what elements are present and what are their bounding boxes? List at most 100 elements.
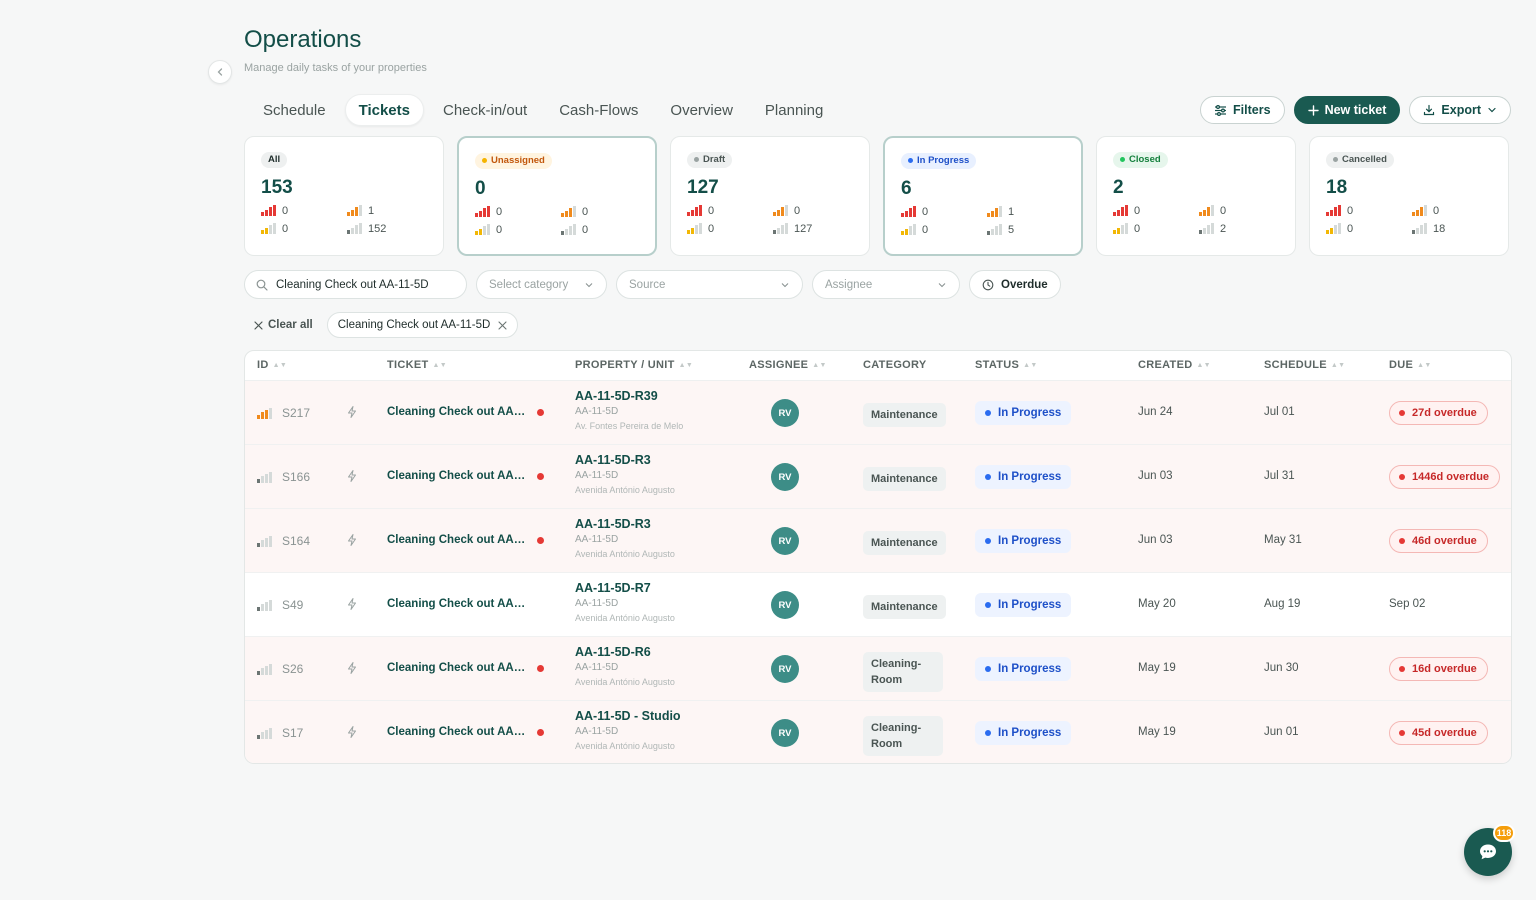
ticket-id-cell: S164 [257,534,310,548]
ticket-title-link[interactable]: Cleaning Check out AA-11-5D [387,406,527,418]
export-button-label: Export [1441,103,1481,117]
unit-name[interactable]: AA-11-5D - Studio [575,709,705,723]
table-row[interactable]: S49 Cleaning Check out AA-11-5D AA-11-5D-R… [245,573,1511,637]
chat-bubble-icon [1480,844,1496,860]
tab-schedule[interactable]: Schedule [250,94,339,126]
tab-cash-flows[interactable]: Cash-Flows [546,94,651,126]
priority-stat-urgent: 0 [1113,205,1199,217]
status-card-in-progress[interactable]: In Progress 6 0 1 0 5 [883,136,1083,256]
assignee-avatar[interactable]: RV [771,719,799,747]
column-header-schedule[interactable]: SCHEDULE ▲▼ [1264,359,1345,371]
priority-high-icon [1412,205,1427,216]
assignee-avatar[interactable]: RV [771,655,799,683]
category-select[interactable]: Select category [476,270,607,299]
column-header-assignee[interactable]: ASSIGNEE ▲▼ [749,359,827,371]
sidebar-collapse-button[interactable] [208,60,232,84]
column-header-status[interactable]: STATUS ▲▼ [975,359,1038,371]
export-button[interactable]: Export [1409,96,1511,124]
column-header-due[interactable]: DUE ▲▼ [1389,359,1432,371]
overdue-dot-icon [1399,474,1405,480]
table-row[interactable]: S217 Cleaning Check out AA-11-5D AA-11-5D-… [245,381,1511,445]
overdue-label: 16d overdue [1412,663,1477,675]
priority-urgent-icon [1113,205,1128,216]
sliders-icon [1215,104,1227,116]
priority-stat-value: 0 [582,223,589,236]
active-filters: Clear all Cleaning Check out AA-11-5D [254,312,519,338]
ticket-id: S26 [282,662,304,676]
priority-icon [257,663,272,675]
status-card-unassigned[interactable]: Unassigned 0 0 0 0 0 [457,136,657,256]
priority-stat-value: 0 [1347,204,1354,217]
column-header-ticket[interactable]: TICKET ▲▼ [387,359,447,371]
tab-overview[interactable]: Overview [657,94,746,126]
tab-check-in-out[interactable]: Check-in/out [430,94,540,126]
status-card-all[interactable]: All 153 0 1 0 152 [244,136,444,256]
source-select[interactable]: Source [616,270,803,299]
status-dot-icon [985,730,991,736]
priority-stat-high: 1 [347,205,433,217]
clear-all-button[interactable]: Clear all [254,319,313,331]
unit-name[interactable]: AA-11-5D-R6 [575,645,705,659]
priority-stat-value: 0 [1433,204,1440,217]
column-header-created[interactable]: CREATED ▲▼ [1138,359,1211,371]
status-card-draft[interactable]: Draft 127 0 0 0 127 [670,136,870,256]
close-icon[interactable] [498,320,507,330]
status-card-closed[interactable]: Closed 2 0 0 0 2 [1096,136,1296,256]
search-input[interactable]: Cleaning Check out AA-11-5D [244,270,467,299]
priority-stat-value: 0 [708,204,715,217]
priority-stat-value: 0 [496,205,503,218]
assignee-select[interactable]: Assignee [812,270,960,299]
unit-name[interactable]: AA-11-5D-R3 [575,517,705,531]
status-badge-label: All [268,154,281,165]
column-header-category[interactable]: CATEGORY [863,359,927,371]
status-pill[interactable]: In Progress [975,465,1072,489]
unit-name[interactable]: AA-11-5D-R39 [575,389,705,403]
status-pill[interactable]: In Progress [975,721,1072,745]
ticket-title-link[interactable]: Cleaning Check out AA-11-5D [387,726,527,738]
filters-button[interactable]: Filters [1200,96,1285,124]
priority-stat-medium: 0 [261,223,347,235]
priority-breakdown: 0 0 0 2 [1113,205,1295,235]
tab-tickets[interactable]: Tickets [344,94,424,126]
assignee-avatar[interactable]: RV [771,591,799,619]
status-dot-icon [985,602,991,608]
table-row[interactable]: S166 Cleaning Check out AA-11-5D AA-11-5D-… [245,445,1511,509]
ticket-cell: Cleaning Check out AA-11-5D [387,406,544,418]
priority-breakdown: 0 0 0 18 [1326,205,1508,235]
status-pill[interactable]: In Progress [975,657,1072,681]
assignee-avatar[interactable]: RV [771,399,799,427]
ticket-title-link[interactable]: Cleaning Check out AA-11-5D [387,470,527,482]
priority-stat-value: 0 [708,222,715,235]
table-row[interactable]: S164 Cleaning Check out AA-11-5D AA-11-5D-… [245,509,1511,573]
column-header-id[interactable]: ID ▲▼ [257,359,287,371]
assignee-avatar[interactable]: RV [771,527,799,555]
priority-icon [257,471,272,483]
overdue-dot-icon [1399,410,1405,416]
unit-name[interactable]: AA-11-5D-R3 [575,453,705,467]
status-pill[interactable]: In Progress [975,593,1072,617]
unread-dot-icon [537,408,544,416]
unit-name[interactable]: AA-11-5D-R7 [575,581,705,595]
status-pill[interactable]: In Progress [975,401,1072,425]
overdue-toggle[interactable]: Overdue [969,270,1061,299]
column-header-property[interactable]: PROPERTY / UNIT ▲▼ [575,359,693,371]
status-card-cancelled[interactable]: Cancelled 18 0 0 0 18 [1309,136,1509,256]
table-row[interactable]: S17 Cleaning Check out AA-11-5D AA-11-5D -… [245,701,1511,763]
ticket-title-link[interactable]: Cleaning Check out AA-11-5D [387,598,527,610]
lightning-icon [345,661,359,680]
status-pill[interactable]: In Progress [975,529,1072,553]
property-code: AA-11-5D [575,534,619,545]
ticket-title-link[interactable]: Cleaning Check out AA-11-5D [387,534,527,546]
ticket-title-link[interactable]: Cleaning Check out AA-11-5D [387,662,527,674]
status-card-count: 127 [687,176,719,198]
priority-stat-value: 18 [1433,222,1446,235]
table-row[interactable]: S26 Cleaning Check out AA-11-5D AA-11-5D-R… [245,637,1511,701]
status-label: In Progress [998,535,1062,547]
assignee-avatar[interactable]: RV [771,463,799,491]
created-date: Jun 03 [1138,470,1173,482]
chevron-down-icon [1488,107,1496,113]
new-ticket-button[interactable]: New ticket [1293,96,1401,124]
tab-planning[interactable]: Planning [752,94,836,126]
status-card-count: 6 [901,177,912,199]
filter-chip: Cleaning Check out AA-11-5D [326,312,519,338]
